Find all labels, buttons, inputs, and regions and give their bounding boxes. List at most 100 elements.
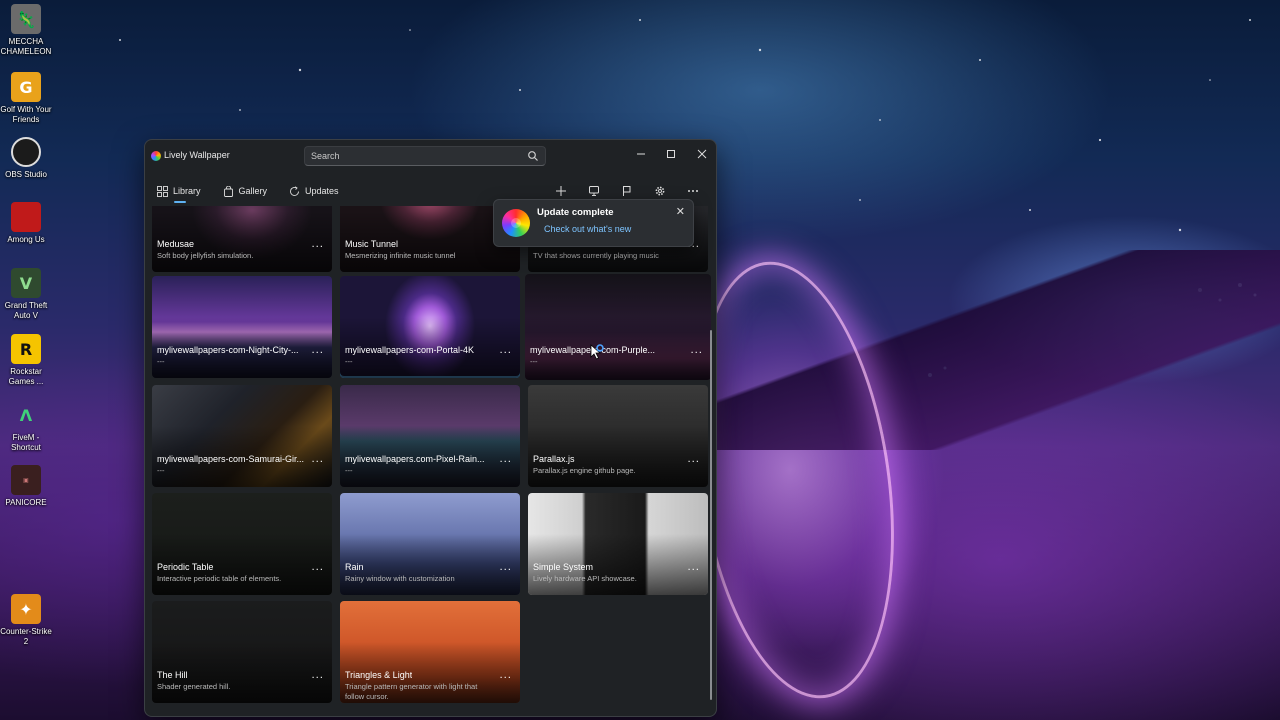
among-us-icon bbox=[11, 202, 41, 232]
settings-icon bbox=[655, 186, 665, 196]
update-toast: Update complete Check out what's new ✕ bbox=[493, 199, 694, 247]
item-desc: Mesmerizing infinite music tunnel bbox=[345, 251, 456, 260]
search-icon[interactable] bbox=[527, 150, 539, 162]
library-item[interactable]: mylivewallpapers-com-Night-City-... --- … bbox=[152, 276, 332, 378]
library-item[interactable]: Rain Rainy window with customization ··· bbox=[340, 493, 520, 595]
panicore-icon: ▣ bbox=[11, 465, 41, 495]
lively-logo-icon bbox=[502, 209, 530, 237]
maximize-icon bbox=[667, 150, 675, 158]
library-item[interactable]: Parallax.js Parallax.js engine github pa… bbox=[528, 385, 708, 487]
item-title: mylivewallpapers-com-Samurai-Gir... bbox=[157, 454, 305, 464]
item-desc: --- bbox=[345, 466, 353, 475]
app-title: Lively Wallpaper bbox=[164, 150, 230, 160]
item-title: Triangles & Light bbox=[345, 670, 413, 680]
item-desc: --- bbox=[157, 466, 165, 475]
obs-studio-icon bbox=[11, 137, 41, 167]
item-title: mylivewallpapers-com-Portal-4K bbox=[345, 345, 475, 355]
item-desc: --- bbox=[345, 357, 353, 366]
item-more-button[interactable]: ··· bbox=[311, 457, 324, 468]
toast-title: Update complete bbox=[537, 207, 614, 218]
desktop-icon-gta-v[interactable]: V Grand Theft Auto V bbox=[0, 268, 52, 321]
item-desc: Interactive periodic table of elements. bbox=[157, 574, 282, 583]
app-logo-icon bbox=[151, 151, 161, 161]
minimize-icon bbox=[637, 153, 645, 155]
item-title: Rain bbox=[345, 562, 364, 572]
close-icon bbox=[697, 149, 707, 159]
item-title: mylivewallpapers-com-Night-City-... bbox=[157, 345, 299, 355]
tab-library-label: Library bbox=[173, 186, 201, 196]
whats-new-link[interactable]: Check out what's new bbox=[544, 224, 631, 234]
scrollbar[interactable] bbox=[710, 330, 712, 700]
item-desc: TV that shows currently playing music bbox=[533, 251, 659, 260]
refresh-icon bbox=[290, 185, 299, 196]
library-item[interactable]: Simple System Lively hardware API showca… bbox=[528, 493, 708, 595]
desktop-icon-fivem[interactable]: Λ FiveM - Shortcut bbox=[0, 400, 52, 453]
close-window-button[interactable] bbox=[688, 144, 716, 164]
counter-strike-icon: ✦ bbox=[11, 594, 41, 624]
library-item[interactable]: Medusae Soft body jellyfish simulation. … bbox=[152, 206, 332, 272]
item-more-button[interactable]: ··· bbox=[311, 673, 324, 684]
desktop-icon-meccha-chameleon[interactable]: 🦎 MECCHA CHAMELEON bbox=[0, 4, 52, 57]
item-more-button[interactable]: ··· bbox=[499, 565, 512, 576]
add-icon bbox=[556, 186, 566, 196]
search-placeholder[interactable]: Search bbox=[311, 151, 340, 161]
item-desc: --- bbox=[157, 357, 165, 366]
desktop-icon-golf-with-your-friends[interactable]: G Golf With Your Friends bbox=[0, 72, 52, 125]
item-desc: Soft body jellyfish simulation. bbox=[157, 251, 254, 260]
item-desc: Shader generated hill. bbox=[157, 682, 231, 691]
library-item[interactable]: The Hill Shader generated hill. ··· bbox=[152, 601, 332, 703]
desktop-icon-obs-studio[interactable]: OBS Studio bbox=[0, 137, 52, 180]
item-desc: Triangle pattern generator with light th… bbox=[345, 682, 478, 701]
tab-library[interactable]: Library bbox=[157, 180, 201, 203]
library-grid-icon bbox=[157, 185, 168, 197]
item-title: Music Tunnel bbox=[345, 239, 399, 249]
flag-icon bbox=[623, 186, 631, 196]
tab-updates[interactable]: Updates bbox=[289, 180, 339, 202]
item-more-button[interactable]: ··· bbox=[311, 242, 324, 253]
item-title: Simple System bbox=[533, 562, 594, 572]
mouse-cursor-icon bbox=[590, 344, 604, 360]
title-bar[interactable]: Lively Wallpaper Search bbox=[145, 140, 716, 172]
display-icon bbox=[589, 186, 599, 196]
fivem-icon: Λ bbox=[19, 405, 33, 425]
tab-updates-label: Updates bbox=[305, 186, 339, 196]
library-item[interactable]: Triangles & Light Triangle pattern gener… bbox=[340, 601, 520, 703]
item-more-button[interactable]: ··· bbox=[499, 673, 512, 684]
desktop-icon-rockstar-games[interactable]: R Rockstar Games ... bbox=[0, 334, 52, 387]
item-desc: Parallax.js engine github page. bbox=[533, 466, 636, 475]
item-more-button[interactable]: ··· bbox=[690, 348, 703, 359]
item-more-button[interactable]: ··· bbox=[311, 348, 324, 359]
item-more-button[interactable]: ··· bbox=[499, 457, 512, 468]
library-item[interactable]: mylivewallpapers.com-Pixel-Rain... --- ·… bbox=[340, 385, 520, 487]
golf-with-your-friends-icon: G bbox=[11, 72, 41, 102]
item-title: Parallax.js bbox=[533, 454, 575, 464]
item-desc: Rainy window with customization bbox=[345, 574, 455, 583]
gta-v-icon: V bbox=[11, 268, 41, 298]
library-item[interactable]: mylivewallpapers-com-Samurai-Gir... --- … bbox=[152, 385, 332, 487]
toast-close-button[interactable]: ✕ bbox=[676, 205, 685, 218]
tab-gallery[interactable]: Gallery bbox=[223, 180, 268, 202]
item-more-button[interactable]: ··· bbox=[687, 457, 700, 468]
library-item-hovered[interactable]: mylivewallpapers-com-Purple... --- ··· bbox=[525, 274, 711, 380]
gallery-bag-icon bbox=[223, 185, 233, 197]
search-box[interactable]: Search bbox=[304, 146, 546, 166]
desktop-icon-among-us[interactable]: Among Us bbox=[0, 202, 52, 245]
minimize-button[interactable] bbox=[627, 144, 655, 164]
item-desc: --- bbox=[530, 357, 538, 366]
item-title: The Hill bbox=[157, 670, 188, 680]
more-icon bbox=[688, 190, 698, 192]
desktop-icon-counter-strike[interactable]: ✦ Counter-Strike 2 bbox=[0, 594, 52, 647]
library-item[interactable]: Periodic Table Interactive periodic tabl… bbox=[152, 493, 332, 595]
item-more-button[interactable]: ··· bbox=[311, 565, 324, 576]
item-desc: Lively hardware API showcase. bbox=[533, 574, 637, 583]
tab-gallery-label: Gallery bbox=[238, 186, 268, 196]
item-more-button[interactable]: ··· bbox=[687, 565, 700, 576]
nav-tabs: Library Gallery Updates bbox=[157, 180, 361, 203]
maximize-button[interactable] bbox=[657, 144, 685, 164]
item-title: Medusae bbox=[157, 239, 195, 249]
item-more-button[interactable]: ··· bbox=[499, 348, 512, 359]
library-item-selected[interactable]: mylivewallpapers-com-Portal-4K --- ··· bbox=[340, 276, 520, 378]
desktop-icon-panicore[interactable]: ▣ PANICORE bbox=[0, 465, 52, 508]
item-title: Periodic Table bbox=[157, 562, 214, 572]
meccha-chameleon-icon: 🦎 bbox=[11, 4, 41, 34]
